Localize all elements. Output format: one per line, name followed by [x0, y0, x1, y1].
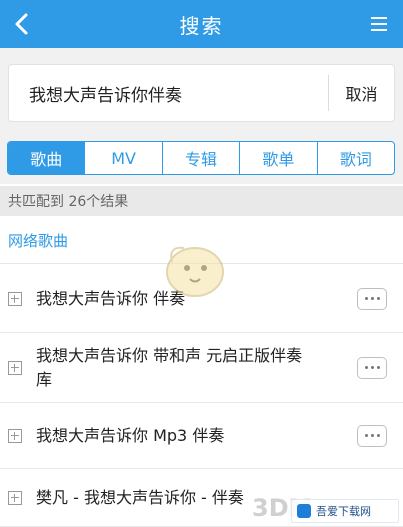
tab-lyrics[interactable]: 歌词 [318, 142, 394, 174]
menu-icon [371, 17, 387, 31]
tab-mv[interactable]: MV [85, 142, 163, 174]
song-title: 我想大声告诉你 带和声 元启正版伴奏库 [36, 345, 303, 389]
tab-songs[interactable]: 歌曲 [8, 142, 86, 174]
cancel-button[interactable]: 取消 [328, 75, 394, 111]
plus-box-icon[interactable] [8, 490, 22, 505]
song-title: 樊凡 - 我想大声告诉你 - 伴奏 [36, 487, 244, 507]
plus-box-icon[interactable] [8, 291, 22, 306]
search-box: 取消 [8, 64, 395, 122]
chevron-left-icon [15, 13, 28, 35]
tabs-area: 歌曲 MV 专辑 歌单 歌词 [0, 134, 403, 184]
plus-box-icon[interactable] [8, 360, 22, 375]
list-item[interactable]: 我想大声告诉你 伴奏 [0, 265, 403, 333]
song-list: 我想大声告诉你 伴奏 我想大声告诉你 带和声 元启正版伴奏库 我想大声告诉你 M… [0, 265, 403, 527]
search-tabs: 歌曲 MV 专辑 歌单 歌词 [7, 141, 395, 175]
result-count: 共匹配到 26个结果 [0, 186, 403, 216]
tab-albums[interactable]: 专辑 [163, 142, 241, 174]
more-button[interactable] [357, 424, 387, 447]
song-title: 我想大声告诉你 伴奏 [36, 288, 186, 308]
top-bar: 搜索 [0, 0, 403, 48]
section-title: 网络歌曲 [0, 218, 403, 264]
list-item[interactable]: 我想大声告诉你 带和声 元启正版伴奏库 [0, 333, 403, 403]
more-button[interactable] [357, 287, 387, 310]
more-button[interactable] [357, 356, 387, 379]
site-logo-icon [297, 504, 311, 518]
page-title: 搜索 [179, 13, 224, 38]
song-title: 我想大声告诉你 Mp3 伴奏 [36, 425, 225, 445]
tab-playlists[interactable]: 歌单 [240, 142, 318, 174]
list-item[interactable]: 我想大声告诉你 Mp3 伴奏 [0, 403, 403, 469]
site-name: 吾爱下载网 [316, 505, 371, 518]
plus-box-icon[interactable] [8, 428, 22, 443]
search-input[interactable] [9, 65, 328, 121]
site-badge: 吾爱下载网 [291, 499, 399, 523]
menu-button[interactable] [363, 8, 395, 40]
search-area: 取消 [0, 48, 403, 134]
back-button[interactable] [6, 8, 38, 40]
